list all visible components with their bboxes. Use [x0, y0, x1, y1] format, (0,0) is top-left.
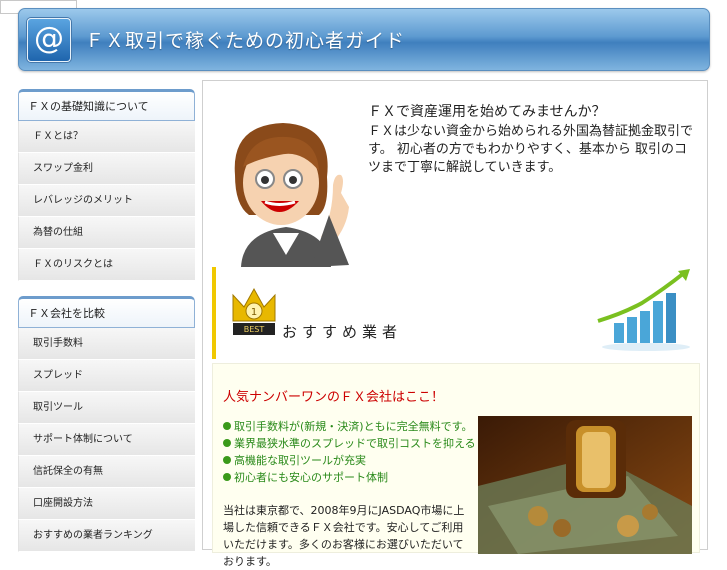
sidebar-item-exchange[interactable]: 為替の仕組: [18, 217, 195, 249]
sidebar-item-what-is-fx[interactable]: ＦＸとは？: [18, 121, 195, 153]
panel-title[interactable]: 人気ナンバーワンのＦＸ会社はここ！: [223, 386, 444, 405]
sidebar-item-support[interactable]: サポート体制について: [18, 424, 195, 456]
bullet-icon: [223, 456, 231, 464]
feature-panel: 人気ナンバーワンのＦＸ会社はここ！ 取引手数料が(新規・決済)ともに完全無料です…: [212, 363, 700, 568]
bullet-icon: [223, 439, 231, 447]
sidebar-heading-basics: ＦＸの基礎知識について: [18, 89, 195, 121]
ranking-title: おすすめ業者: [282, 323, 403, 341]
sidebar-item-fees[interactable]: 取引手数料: [18, 328, 195, 360]
crown-label: BEST: [244, 325, 265, 334]
list-item: 高機能な取引ツールが充実: [223, 452, 476, 469]
sidebar: ＦＸの基礎知識について ＦＸとは？ スワップ金利 レバレッジのメリット 為替の仕…: [18, 89, 195, 552]
ranking-section: 1 BEST おすすめ業者: [212, 267, 704, 359]
sidebar-item-risk[interactable]: ＦＸのリスクとは: [18, 249, 195, 281]
sidebar-heading-compare: ＦＸ会社を比較: [18, 296, 195, 328]
money-trophy-photo: [478, 416, 692, 554]
sidebar-item-trust[interactable]: 信託保全の有無: [18, 456, 195, 488]
intro-title: ＦＸで資産運用を始めてみませんか？: [368, 104, 606, 120]
rising-graph-icon: [597, 269, 690, 351]
site-header: @ ＦＸ取引で稼ぐための初心者ガイド: [18, 8, 710, 71]
sidebar-item-ranking[interactable]: おすすめの業者ランキング: [18, 520, 195, 552]
feature-list: 取引手数料が(新規・決済)ともに完全無料です。 業界最狭水準のスプレッドで取引コ…: [223, 418, 476, 486]
crown-best-icon: 1 BEST: [232, 287, 276, 335]
main-content: ＦＸで資産運用を始めてみませんか？ ＦＸは少ない資金から始められる外国為替証拠金…: [202, 80, 708, 568]
crown-number: 1: [251, 307, 257, 318]
bullet-icon: [223, 473, 231, 481]
sidebar-item-tools[interactable]: 取引ツール: [18, 392, 195, 424]
sidebar-item-spread[interactable]: スプレッド: [18, 360, 195, 392]
sidebar-item-account[interactable]: 口座開設方法: [18, 488, 195, 520]
woman-avatar-icon: [234, 123, 349, 267]
at-sign-logo-icon[interactable]: @: [27, 18, 71, 62]
bullet-icon: [223, 422, 231, 430]
list-item: 初心者にも安心のサポート体制: [223, 469, 476, 486]
sidebar-item-leverage[interactable]: レバレッジのメリット: [18, 185, 195, 217]
sidebar-item-swap[interactable]: スワップ金利: [18, 153, 195, 185]
intro-text: ＦＸは少ない資金から始められる外国為替証拠金取引です。 初心者の方でもわかりやす…: [368, 124, 694, 175]
list-item: 業界最狭水準のスプレッドで取引コストを抑える: [223, 435, 476, 452]
site-title[interactable]: ＦＸ取引で稼ぐための初心者ガイド: [85, 26, 405, 53]
list-item: 取引手数料が(新規・決済)ともに完全無料です。: [223, 418, 476, 435]
panel-body-text: 当社は東京都で、2008年9月にJASDAQ市場に上場した信頼できるＦＸ会社です…: [223, 504, 465, 568]
